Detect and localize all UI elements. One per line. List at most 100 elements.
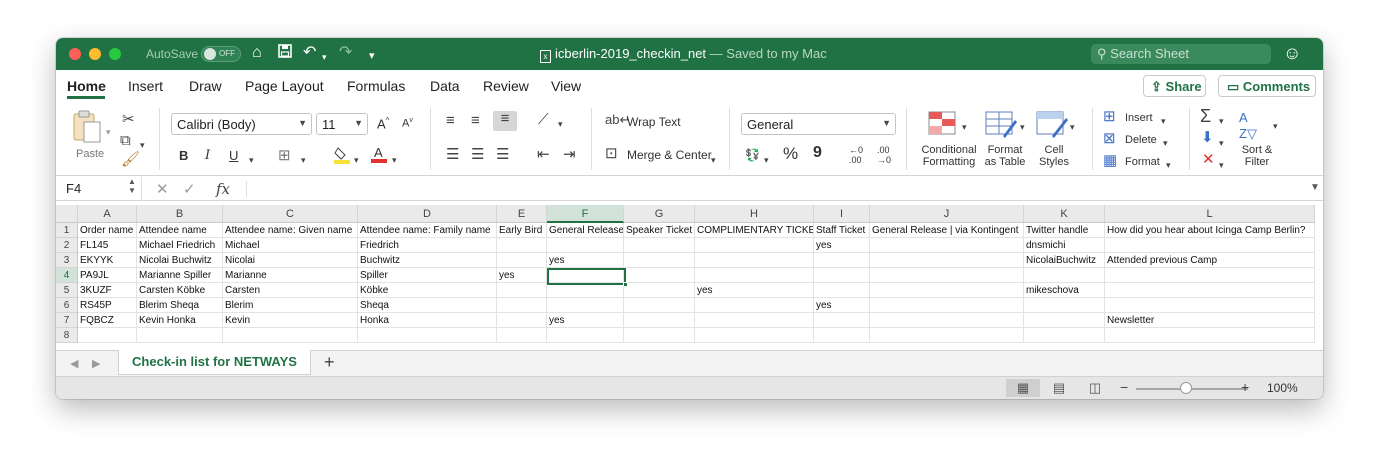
cancel-entry-icon[interactable]: ✕ [156, 180, 169, 198]
home-icon[interactable]: ⌂ [252, 44, 262, 62]
autosum-icon[interactable]: Σ [1200, 107, 1211, 125]
number-format-select[interactable]: General ▼ [741, 113, 896, 135]
cell-c6[interactable]: Blerim [223, 298, 358, 313]
cell-h4[interactable] [695, 268, 814, 283]
cell-f3[interactable]: yes [547, 253, 624, 268]
row-header-7[interactable]: 7 [56, 313, 78, 328]
cell-a8[interactable] [78, 328, 137, 343]
align-left-icon[interactable]: ☰ [446, 147, 459, 163]
format-painter-icon[interactable]: 🖌 [121, 152, 140, 168]
percent-button[interactable]: % [783, 144, 798, 164]
cell-h8[interactable] [695, 328, 814, 343]
paste-button[interactable]: Paste [70, 108, 110, 160]
cell-c1[interactable]: Attendee name: Given name [223, 223, 358, 238]
cell-h7[interactable] [695, 313, 814, 328]
row-header-4[interactable]: 4 [56, 268, 78, 283]
cell-l2[interactable] [1105, 238, 1315, 253]
cell-d4[interactable]: Spiller [358, 268, 497, 283]
redo-icon[interactable]: ↷ [339, 44, 352, 62]
cell-k4[interactable] [1024, 268, 1105, 283]
paste-dropdown-icon[interactable]: ▾ [106, 124, 111, 140]
previous-sheet-icon[interactable]: ◀ [70, 357, 78, 370]
font-size-select[interactable]: 11 ▼ [316, 113, 368, 135]
autosum-dropdown-icon[interactable]: ▾ [1219, 113, 1224, 129]
column-header-a[interactable]: A [78, 205, 137, 223]
cell-a1[interactable]: Order name [78, 223, 137, 238]
cell-b6[interactable]: Blerim Sheqa [137, 298, 223, 313]
font-name-select[interactable]: Calibri (Body) ▼ [171, 113, 312, 135]
cell-a2[interactable]: FL145 [78, 238, 137, 253]
autosave-toggle[interactable]: OFF [201, 46, 241, 62]
row-header-1[interactable]: 1 [56, 223, 78, 238]
font-color-dropdown-icon[interactable]: ▾ [392, 152, 397, 168]
cell-g3[interactable] [624, 253, 695, 268]
column-header-e[interactable]: E [497, 205, 547, 223]
cell-g8[interactable] [624, 328, 695, 343]
comma-style-button[interactable]: 9 [813, 144, 822, 162]
cell-h2[interactable] [695, 238, 814, 253]
row-header-3[interactable]: 3 [56, 253, 78, 268]
orientation-icon[interactable]: ⟋ [538, 112, 549, 128]
cell-b8[interactable] [137, 328, 223, 343]
cell-c8[interactable] [223, 328, 358, 343]
underline-dropdown-icon[interactable]: ▾ [249, 152, 254, 168]
cell-j3[interactable] [870, 253, 1024, 268]
cell-d3[interactable]: Buchwitz [358, 253, 497, 268]
row-header-2[interactable]: 2 [56, 238, 78, 253]
column-header-j[interactable]: J [870, 205, 1024, 223]
column-header-f[interactable]: F [547, 205, 624, 223]
cell-e7[interactable] [497, 313, 547, 328]
cell-k2[interactable]: dnsmichi [1024, 238, 1105, 253]
cell-b1[interactable]: Attendee name [137, 223, 223, 238]
zoom-window-button[interactable] [109, 48, 121, 60]
undo-dropdown-icon[interactable]: ▾ [322, 48, 327, 66]
next-sheet-icon[interactable]: ▶ [92, 357, 100, 370]
cell-c4[interactable]: Marianne [223, 268, 358, 283]
close-window-button[interactable] [69, 48, 81, 60]
cell-b7[interactable]: Kevin Honka [137, 313, 223, 328]
zoom-slider[interactable] [1136, 388, 1248, 390]
cell-a6[interactable]: RS45P [78, 298, 137, 313]
cell-l4[interactable] [1105, 268, 1315, 283]
cell-h6[interactable] [695, 298, 814, 313]
clear-dropdown-icon[interactable]: ▾ [1219, 157, 1224, 173]
fill-icon[interactable]: ⬇ [1201, 130, 1214, 146]
name-box[interactable]: F4 ▲ ▼ [56, 177, 142, 201]
bold-button[interactable]: B [179, 148, 188, 163]
cell-b3[interactable]: Nicolai Buchwitz [137, 253, 223, 268]
zoom-in-icon[interactable]: + [1241, 379, 1249, 395]
format-dropdown-icon[interactable]: ▾ [1166, 157, 1171, 173]
cell-f8[interactable] [547, 328, 624, 343]
cell-g7[interactable] [624, 313, 695, 328]
cell-g4[interactable] [624, 268, 695, 283]
orientation-dropdown-icon[interactable]: ▾ [558, 116, 563, 132]
share-button[interactable]: ⇪ Share [1143, 75, 1206, 97]
merge-dropdown-icon[interactable]: ▾ [711, 152, 716, 168]
currency-icon[interactable]: 💱 [745, 147, 760, 163]
cell-styles-button[interactable]: ▾ Cell Styles [1034, 109, 1082, 171]
cell-k5[interactable]: mikeschova [1024, 283, 1105, 298]
row-header-5[interactable]: 5 [56, 283, 78, 298]
column-header-d[interactable]: D [358, 205, 497, 223]
cell-j8[interactable] [870, 328, 1024, 343]
cell-h3[interactable] [695, 253, 814, 268]
cell-g2[interactable] [624, 238, 695, 253]
cell-e2[interactable] [497, 238, 547, 253]
format-cells-button[interactable]: Format [1125, 156, 1160, 168]
cell-i8[interactable] [814, 328, 870, 343]
sort-filter-label-2[interactable]: Filter [1233, 156, 1281, 168]
cell-b4[interactable]: Marianne Spiller [137, 268, 223, 283]
row-header-8[interactable]: 8 [56, 328, 78, 343]
column-header-l[interactable]: L [1105, 205, 1315, 223]
cell-c3[interactable]: Nicolai [223, 253, 358, 268]
save-icon[interactable] [278, 44, 292, 63]
cell-a3[interactable]: EKYYK [78, 253, 137, 268]
expand-formula-bar-icon[interactable]: ▼ [1310, 182, 1320, 193]
cell-f5[interactable] [547, 283, 624, 298]
cell-j2[interactable] [870, 238, 1024, 253]
currency-dropdown-icon[interactable]: ▾ [764, 152, 769, 168]
select-all-corner[interactable] [56, 205, 78, 223]
add-sheet-icon[interactable]: + [324, 352, 335, 373]
column-header-b[interactable]: B [137, 205, 223, 223]
align-middle-icon[interactable]: ≡ [471, 113, 480, 129]
